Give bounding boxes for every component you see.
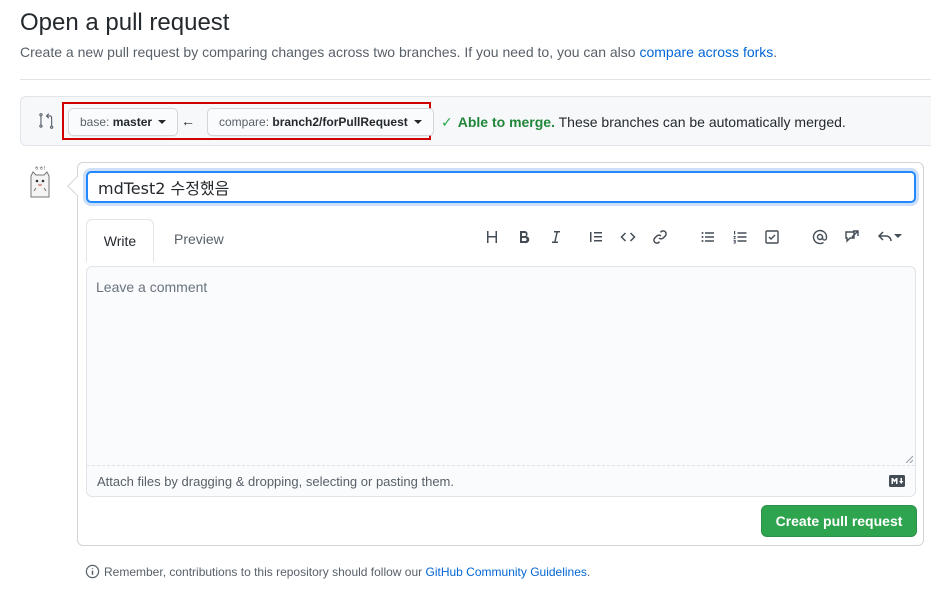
compare-branch-select[interactable]: compare: branch2/forPullRequest bbox=[207, 108, 435, 136]
subtitle-end: . bbox=[773, 44, 778, 60]
cross-reference-icon[interactable] bbox=[842, 227, 862, 247]
compare-across-forks-link[interactable]: compare across forks bbox=[639, 44, 773, 60]
header-icon[interactable] bbox=[482, 227, 502, 247]
comment-textarea[interactable]: Leave a comment Attach files by dragging… bbox=[86, 266, 916, 497]
base-label: base: bbox=[80, 115, 110, 129]
numbered-list-icon[interactable] bbox=[730, 227, 750, 247]
code-icon[interactable] bbox=[618, 227, 638, 247]
merge-status-message: These branches can be automatically merg… bbox=[558, 114, 846, 130]
info-icon bbox=[85, 564, 100, 579]
attach-files-text: Attach files by dragging & dropping, sel… bbox=[97, 474, 454, 489]
divider bbox=[20, 79, 931, 80]
pull-request-form: Write Preview bbox=[67, 162, 924, 546]
caret-down-icon bbox=[893, 234, 902, 239]
italic-icon[interactable] bbox=[546, 227, 566, 247]
subtitle-text: Create a new pull request by comparing c… bbox=[20, 44, 636, 60]
range-editor: base: master ← compare: branch2/forPullR… bbox=[20, 96, 931, 146]
base-branch-value: master bbox=[112, 115, 153, 129]
caret-down-icon bbox=[414, 119, 423, 124]
avatar[interactable]: ㅎㅎ! bbox=[27, 164, 53, 200]
quote-icon[interactable] bbox=[586, 227, 606, 247]
community-guidelines-link[interactable]: GitHub Community Guidelines bbox=[426, 565, 587, 579]
reply-icon[interactable] bbox=[874, 227, 904, 247]
link-icon[interactable] bbox=[650, 227, 670, 247]
arrow-left-icon: ← bbox=[181, 113, 195, 129]
markdown-icon[interactable] bbox=[889, 475, 905, 487]
svg-text:ㅎㅎ!: ㅎㅎ! bbox=[34, 166, 45, 172]
create-pull-request-button[interactable]: Create pull request bbox=[761, 505, 917, 537]
merge-status-label: Able to merge. bbox=[457, 114, 555, 130]
tab-write[interactable]: Write bbox=[86, 219, 154, 262]
page-subtitle: Create a new pull request by comparing c… bbox=[20, 44, 777, 60]
pull-request-title-input[interactable] bbox=[86, 171, 916, 203]
caret-down-icon bbox=[158, 119, 167, 124]
comment-placeholder: Leave a comment bbox=[96, 279, 208, 295]
community-guidelines-note: Remember, contributions to this reposito… bbox=[85, 564, 590, 579]
compare-branch-value: branch2/forPullRequest bbox=[272, 115, 408, 129]
guidelines-end: . bbox=[586, 565, 591, 579]
compare-arrows-icon bbox=[39, 113, 54, 129]
guidelines-text: Remember, contributions to this reposito… bbox=[104, 565, 423, 579]
bulleted-list-icon[interactable] bbox=[698, 227, 718, 247]
tab-preview[interactable]: Preview bbox=[174, 231, 224, 247]
resize-handle-icon[interactable] bbox=[905, 455, 913, 463]
check-icon: ✓ bbox=[441, 114, 453, 130]
page-title: Open a pull request bbox=[20, 9, 230, 36]
mention-icon[interactable] bbox=[810, 227, 830, 247]
task-list-icon[interactable] bbox=[762, 227, 782, 247]
base-branch-select[interactable]: base: master bbox=[68, 108, 179, 136]
form-pointer bbox=[67, 176, 87, 196]
merge-status: ✓ Able to merge. These branches can be au… bbox=[441, 114, 846, 131]
bold-icon[interactable] bbox=[514, 227, 534, 247]
compare-label: compare: bbox=[219, 115, 270, 129]
file-attachment-bar[interactable]: Attach files by dragging & dropping, sel… bbox=[87, 465, 915, 496]
